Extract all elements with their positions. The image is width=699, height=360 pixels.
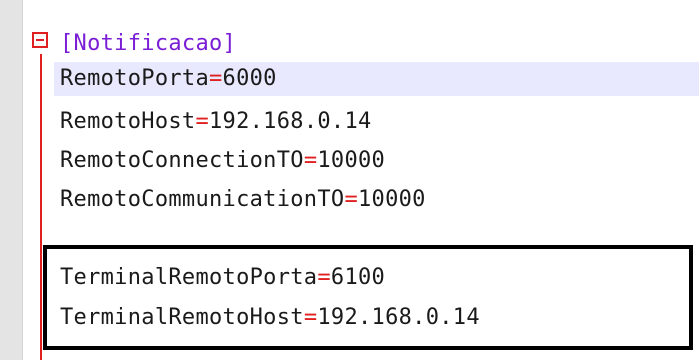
ini-value: 6000	[222, 66, 277, 91]
ini-equals: =	[344, 187, 358, 212]
section-header: [Notificacao]	[60, 31, 237, 56]
ini-value: 10000	[317, 148, 386, 173]
annotation-box	[43, 245, 693, 350]
ini-key: RemotoConnectionTO	[60, 148, 304, 173]
ini-line[interactable]: RemotoCommunicationTO=10000	[60, 184, 426, 216]
text-editor[interactable]: [Notificacao] RemotoPorta=6000 RemotoHos…	[0, 0, 699, 360]
ini-line[interactable]: RemotoHost=192.168.0.14	[60, 106, 372, 138]
ini-key: RemotoHost	[60, 109, 196, 134]
editor-gutter	[0, 0, 23, 360]
ini-key: RemotoCommunicationTO	[60, 187, 345, 212]
ini-equals: =	[209, 66, 223, 91]
ini-value: 192.168.0.14	[209, 109, 372, 134]
ini-value: 10000	[358, 187, 426, 212]
ini-equals: =	[195, 109, 209, 134]
fold-collapse-icon[interactable]	[32, 32, 48, 48]
fold-guide-line	[40, 54, 42, 360]
ini-key: RemotoPorta	[60, 66, 209, 91]
ini-line[interactable]: RemotoPorta=6000	[60, 63, 277, 95]
ini-line[interactable]: RemotoConnectionTO=10000	[60, 145, 385, 177]
ini-equals: =	[303, 148, 318, 173]
section-header-line[interactable]: [Notificacao]	[60, 28, 236, 60]
